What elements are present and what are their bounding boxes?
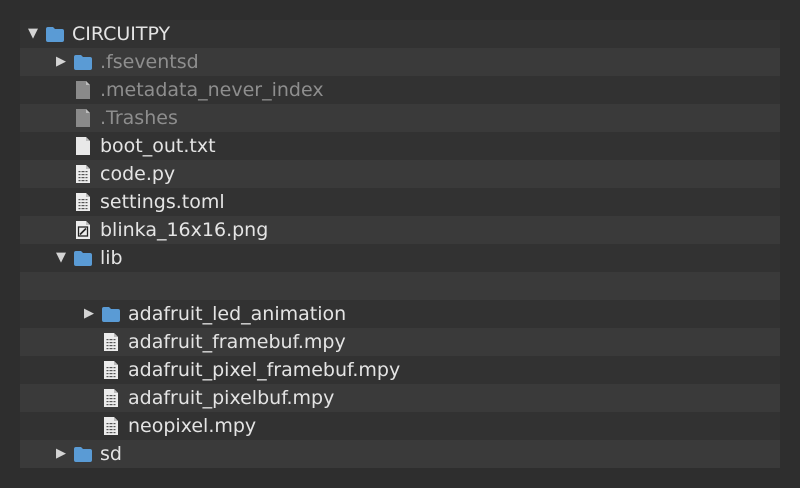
tree-row[interactable]: neopixel.mpy bbox=[20, 412, 780, 440]
folder-icon bbox=[46, 25, 64, 43]
tree-row-label: adafruit_framebuf.mpy bbox=[128, 331, 346, 353]
tree-row-label: CIRCUITPY bbox=[72, 23, 171, 45]
folder-icon bbox=[74, 445, 92, 463]
tree-row[interactable]: blinka_16x16.png bbox=[20, 216, 780, 244]
code-file-icon bbox=[102, 333, 120, 351]
tree-row[interactable]: adafruit_pixelbuf.mpy bbox=[20, 384, 780, 412]
tree-row-label: lib bbox=[100, 247, 123, 269]
file-icon bbox=[74, 81, 92, 99]
folder-icon bbox=[74, 249, 92, 267]
file-icon bbox=[74, 109, 92, 127]
tree-row[interactable]: settings.toml bbox=[20, 188, 780, 216]
tree-row[interactable]: ▶ sd bbox=[20, 440, 780, 468]
collapse-arrow-icon[interactable]: ▶ bbox=[54, 48, 68, 76]
tree-row-empty bbox=[20, 272, 780, 300]
tree-row-label: adafruit_led_animation bbox=[128, 303, 347, 325]
tree-row-label: settings.toml bbox=[100, 191, 225, 213]
folder-icon bbox=[102, 305, 120, 323]
tree-row-label: adafruit_pixel_framebuf.mpy bbox=[128, 359, 401, 381]
code-file-icon bbox=[74, 165, 92, 183]
tree-row[interactable]: code.py bbox=[20, 160, 780, 188]
expand-arrow-icon[interactable]: ▼ bbox=[26, 20, 40, 48]
tree-row[interactable]: boot_out.txt bbox=[20, 132, 780, 160]
tree-row-label: blinka_16x16.png bbox=[100, 219, 269, 241]
tree-row[interactable]: adafruit_framebuf.mpy bbox=[20, 328, 780, 356]
tree-row-label: code.py bbox=[100, 163, 176, 185]
tree-row-label: .fseventsd bbox=[100, 51, 199, 73]
tree-row-label: .Trashes bbox=[100, 107, 178, 129]
code-file-icon bbox=[102, 389, 120, 407]
file-tree: ▼ CIRCUITPY ▶ .fseventsd .metadata_never_ind… bbox=[20, 20, 780, 468]
tree-row[interactable]: adafruit_pixel_framebuf.mpy bbox=[20, 356, 780, 384]
code-file-icon bbox=[102, 361, 120, 379]
tree-row-label: boot_out.txt bbox=[100, 135, 216, 157]
image-file-icon bbox=[74, 221, 92, 239]
expand-arrow-icon[interactable]: ▼ bbox=[54, 244, 68, 272]
code-file-icon bbox=[74, 193, 92, 211]
folder-icon bbox=[74, 53, 92, 71]
tree-row[interactable]: ▶ adafruit_led_animation bbox=[20, 300, 780, 328]
tree-row[interactable]: .metadata_never_index bbox=[20, 76, 780, 104]
code-file-icon bbox=[102, 417, 120, 435]
tree-row[interactable]: .Trashes bbox=[20, 104, 780, 132]
collapse-arrow-icon[interactable]: ▶ bbox=[54, 440, 68, 468]
tree-row-label: adafruit_pixelbuf.mpy bbox=[128, 387, 335, 409]
collapse-arrow-icon[interactable]: ▶ bbox=[82, 300, 96, 328]
tree-row-label: neopixel.mpy bbox=[128, 415, 257, 437]
text-file-icon bbox=[74, 137, 92, 155]
tree-row[interactable]: ▼ lib bbox=[20, 244, 780, 272]
tree-row-label: .metadata_never_index bbox=[100, 79, 324, 101]
tree-row[interactable]: ▶ .fseventsd bbox=[20, 48, 780, 76]
tree-row[interactable]: ▼ CIRCUITPY bbox=[20, 20, 780, 48]
tree-row-label: sd bbox=[100, 443, 122, 465]
